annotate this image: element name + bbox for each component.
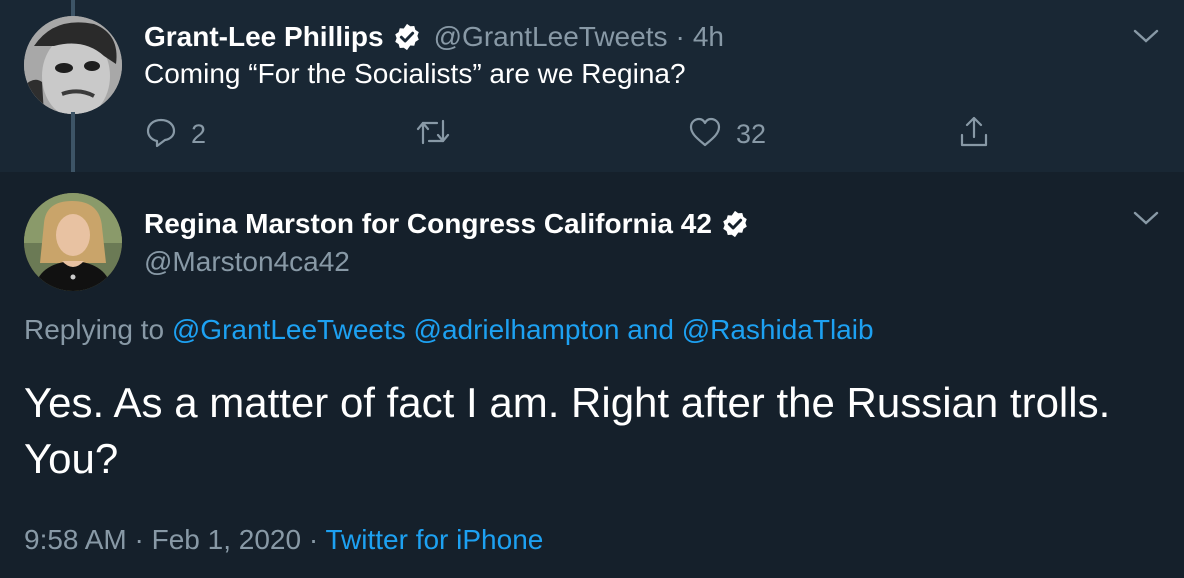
separator-dot: · [134,524,144,555]
separator-dot: · [675,21,685,52]
parent-tweet[interactable]: Grant-Lee Phillips @GrantLeeTweets · 4h … [0,0,1184,172]
handle[interactable]: @GrantLeeTweets [434,21,668,53]
like-count: 32 [736,118,767,149]
reply-count: 2 [191,118,207,149]
reply-icon [145,116,177,153]
tweet-actions: 2 32 [0,112,1184,156]
chevron-down-icon[interactable] [1133,210,1159,226]
display-name[interactable]: Regina Marston for Congress California 4… [144,208,712,240]
tweet-source[interactable]: Twitter for iPhone [325,524,543,555]
like-button[interactable]: 32 [688,112,766,156]
tweet-text: Yes. As a matter of fact I am. Right aft… [24,379,1111,482]
retweet-icon [415,117,451,152]
avatar[interactable] [24,16,122,114]
replying-to: Replying to @GrantLeeTweets @adrielhampt… [24,314,874,346]
mention-joiner[interactable]: and [627,314,674,345]
tweet-meta: 9:58 AM · Feb 1, 2020 · Twitter for iPho… [24,524,543,556]
replying-prefix: Replying to [24,314,165,345]
tweet-header: Grant-Lee Phillips @GrantLeeTweets · 4h [144,18,724,56]
like-icon [688,116,722,153]
share-button[interactable] [958,112,990,156]
timestamp[interactable]: 4h [693,21,724,53]
retweet-button[interactable] [415,112,465,156]
share-icon [958,115,990,154]
mention-link[interactable]: @GrantLeeTweets [172,314,406,345]
tweet-text: Coming “For the Socialists” are we Regin… [144,58,686,89]
tweet-date[interactable]: Feb 1, 2020 [152,524,301,555]
avatar[interactable] [24,193,122,291]
verified-icon [392,22,422,52]
verified-icon [720,209,750,239]
reply-button[interactable]: 2 [145,112,206,156]
handle[interactable]: @Marston4ca42 [144,246,350,278]
mention-link[interactable]: @RashidaTlaib [682,314,874,345]
thread-line [71,0,75,16]
mention-link[interactable]: @adrielhampton [414,314,620,345]
separator-dot: · [308,524,319,555]
tweet-time[interactable]: 9:58 AM [24,524,127,555]
tweet-header: Regina Marston for Congress California 4… [144,205,750,243]
chevron-down-icon[interactable] [1133,28,1159,44]
display-name[interactable]: Grant-Lee Phillips [144,21,384,53]
